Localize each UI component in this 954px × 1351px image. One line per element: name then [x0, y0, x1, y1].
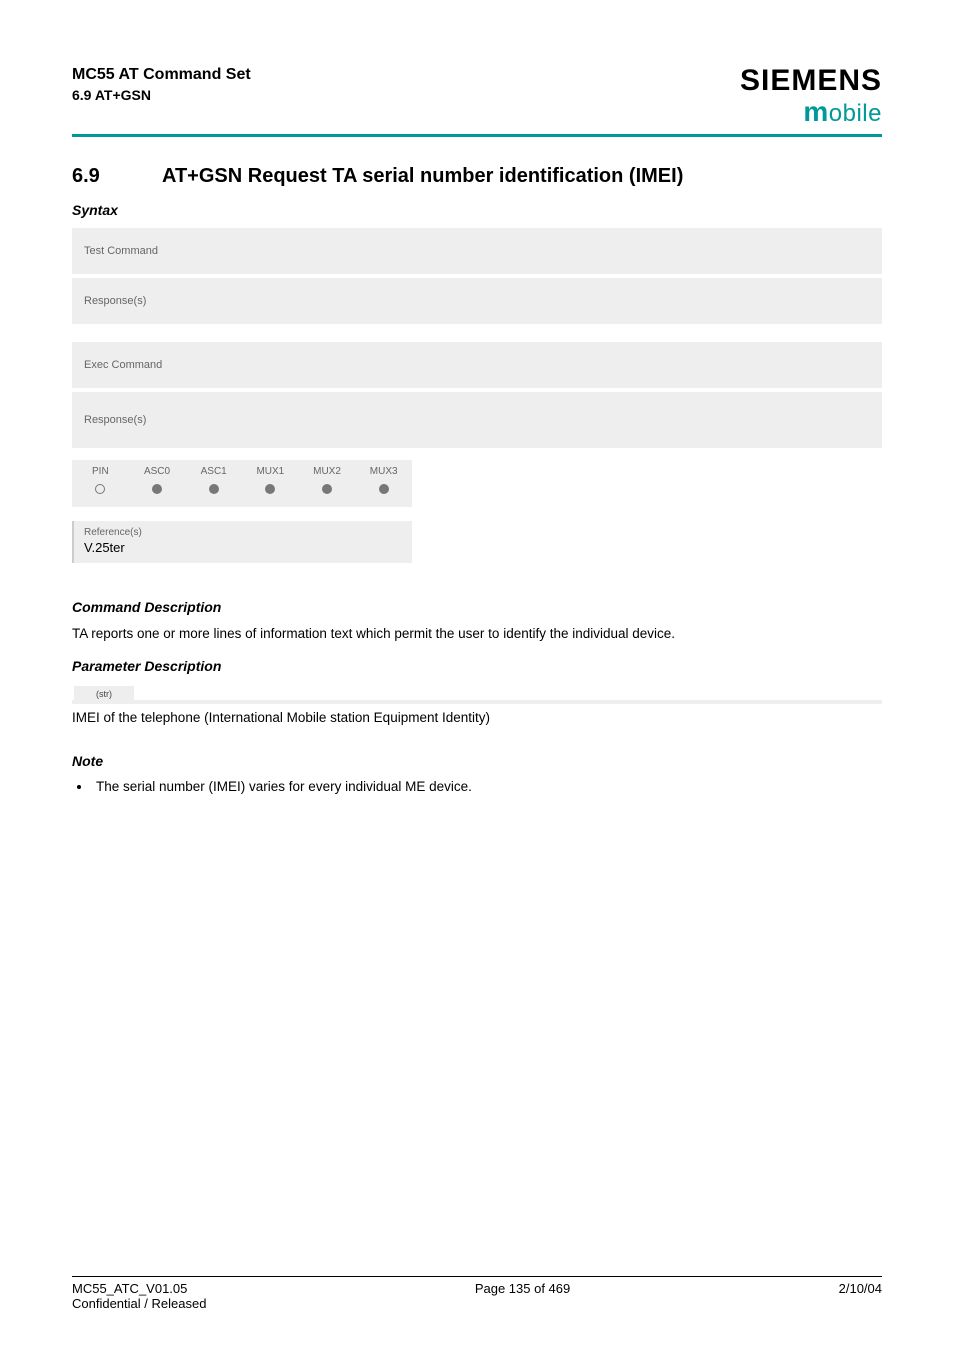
- header-divider: [72, 134, 882, 137]
- test-command-label: Test Command: [84, 245, 158, 257]
- flag-value: [72, 481, 129, 499]
- reference-box: Reference(s) V.25ter: [72, 521, 412, 563]
- flag-header: MUX3: [355, 460, 412, 481]
- note-heading: Note: [72, 753, 882, 769]
- reference-value: V.25ter: [84, 540, 402, 555]
- parameter-bar: [72, 700, 882, 704]
- flag-value: [185, 481, 242, 499]
- doc-title-block: MC55 AT Command Set 6.9 AT+GSN: [72, 64, 251, 104]
- flag-value: [242, 481, 299, 499]
- flag-header: ASC1: [185, 460, 242, 481]
- flag-header: MUX1: [242, 460, 299, 481]
- note-list: The serial number (IMEI) varies for ever…: [72, 779, 882, 794]
- flags-value-row: [72, 481, 412, 507]
- exec-command-label: Exec Command: [84, 359, 162, 371]
- section-number: 6.9: [72, 165, 162, 188]
- flag-header: ASC0: [129, 460, 186, 481]
- section-heading: 6.9AT+GSN Request TA serial number ident…: [72, 165, 882, 188]
- doc-title: MC55 AT Command Set: [72, 64, 251, 86]
- circle-open-icon: [95, 484, 105, 494]
- circle-fill-icon: [152, 484, 162, 494]
- note-item: The serial number (IMEI) varies for ever…: [92, 779, 882, 794]
- flags-header-row: PIN ASC0 ASC1 MUX1 MUX2 MUX3: [72, 460, 412, 481]
- command-description-text: TA reports one or more lines of informat…: [72, 625, 882, 644]
- flag-header: PIN: [72, 460, 129, 481]
- circle-fill-icon: [379, 484, 389, 494]
- test-response-label: Response(s): [84, 295, 146, 307]
- exec-response-label: Response(s): [84, 414, 146, 426]
- flag-value: [355, 481, 412, 499]
- footer-center: Page 135 of 469: [206, 1281, 838, 1311]
- section-title-text: AT+GSN Request TA serial number identifi…: [162, 165, 683, 187]
- brand-mobile: mobile: [740, 96, 882, 128]
- footer-left: MC55_ATC_V01.05 Confidential / Released: [72, 1281, 206, 1311]
- page-header: MC55 AT Command Set 6.9 AT+GSN SIEMENS m…: [72, 64, 882, 128]
- page-footer: MC55_ATC_V01.05 Confidential / Released …: [72, 1276, 882, 1311]
- circle-fill-icon: [322, 484, 332, 494]
- flag-value: [299, 481, 356, 499]
- brand-siemens: SIEMENS: [740, 64, 882, 98]
- circle-fill-icon: [209, 484, 219, 494]
- exec-response-block: Response(s): [72, 392, 882, 448]
- flag-value: [129, 481, 186, 499]
- command-description-heading: Command Description: [72, 599, 882, 615]
- brand-mobile-m: m: [803, 96, 828, 127]
- parameter-type-tag: (str): [74, 686, 134, 702]
- syntax-heading: Syntax: [72, 202, 882, 218]
- brand-mobile-rest: obile: [829, 100, 882, 127]
- footer-right: 2/10/04: [839, 1281, 882, 1311]
- footer-confidentiality: Confidential / Released: [72, 1296, 206, 1311]
- test-command-block: Test Command: [72, 228, 882, 274]
- exec-command-block: Exec Command: [72, 342, 882, 388]
- parameter-text: IMEI of the telephone (International Mob…: [72, 710, 882, 725]
- brand-block: SIEMENS mobile: [740, 64, 882, 128]
- parameter-description-heading: Parameter Description: [72, 658, 882, 674]
- footer-doc-id: MC55_ATC_V01.05: [72, 1281, 206, 1296]
- circle-fill-icon: [265, 484, 275, 494]
- reference-label: Reference(s): [84, 527, 402, 538]
- doc-subtitle: 6.9 AT+GSN: [72, 86, 251, 105]
- test-response-block: Response(s): [72, 278, 882, 324]
- flag-header: MUX2: [299, 460, 356, 481]
